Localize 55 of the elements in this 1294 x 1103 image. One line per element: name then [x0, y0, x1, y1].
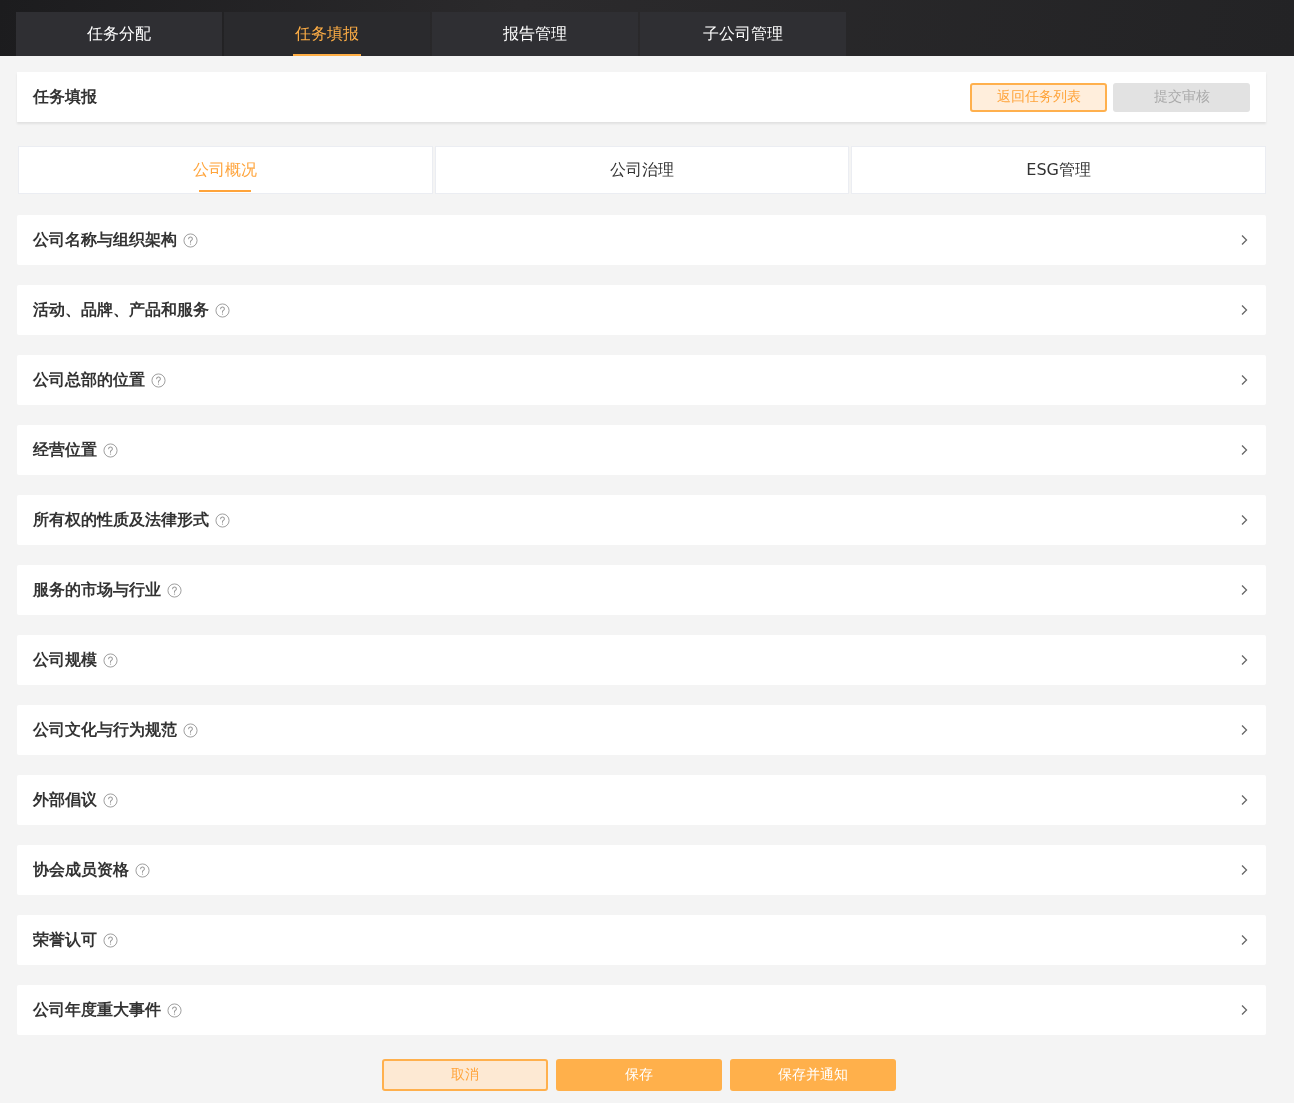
section-row[interactable]: 公司规模 — [17, 635, 1266, 685]
section-title: 外部倡议 — [33, 789, 97, 811]
help-icon[interactable] — [103, 652, 118, 668]
section-title: 公司名称与组织架构 — [33, 229, 177, 251]
help-icon[interactable] — [103, 792, 118, 808]
section-title: 活动、品牌、产品和服务 — [33, 299, 209, 321]
help-icon[interactable] — [183, 722, 198, 738]
chevron-right-icon — [1240, 374, 1248, 386]
chevron-right-icon — [1240, 934, 1248, 946]
nav-tab[interactable]: 任务分配 — [16, 12, 222, 56]
chevron-right-icon — [1240, 1004, 1248, 1016]
section-tab[interactable]: ESG管理 — [851, 146, 1266, 194]
section-row[interactable]: 公司名称与组织架构 — [17, 215, 1266, 265]
section-title: 公司文化与行为规范 — [33, 719, 177, 741]
section-row[interactable]: 公司年度重大事件 — [17, 985, 1266, 1035]
nav-tab[interactable]: 任务填报 — [224, 12, 430, 56]
chevron-right-icon — [1240, 794, 1248, 806]
chevron-right-icon — [1240, 724, 1248, 736]
section-title: 所有权的性质及法律形式 — [33, 509, 209, 531]
section-row[interactable]: 公司总部的位置 — [17, 355, 1266, 405]
chevron-right-icon — [1240, 654, 1248, 666]
section-title: 协会成员资格 — [33, 859, 129, 881]
nav-tab[interactable]: 报告管理 — [432, 12, 638, 56]
chevron-right-icon — [1240, 444, 1248, 456]
section-row[interactable]: 协会成员资格 — [17, 845, 1266, 895]
help-icon[interactable] — [151, 372, 166, 388]
section-tab[interactable]: 公司治理 — [434, 146, 850, 194]
section-row[interactable]: 荣誉认可 — [17, 915, 1266, 965]
chevron-right-icon — [1240, 584, 1248, 596]
section-title: 经营位置 — [33, 439, 97, 461]
help-icon[interactable] — [103, 442, 118, 458]
chevron-right-icon — [1240, 864, 1248, 876]
help-icon[interactable] — [103, 932, 118, 948]
chevron-right-icon — [1240, 234, 1248, 246]
chevron-right-icon — [1240, 514, 1248, 526]
help-icon[interactable] — [215, 512, 230, 528]
help-icon[interactable] — [183, 232, 198, 248]
section-title: 公司规模 — [33, 649, 97, 671]
section-row[interactable]: 活动、品牌、产品和服务 — [17, 285, 1266, 335]
section-title: 公司年度重大事件 — [33, 999, 161, 1021]
section-row[interactable]: 外部倡议 — [17, 775, 1266, 825]
help-icon[interactable] — [215, 302, 230, 318]
section-row[interactable]: 服务的市场与行业 — [17, 565, 1266, 615]
section-row[interactable]: 经营位置 — [17, 425, 1266, 475]
section-title: 公司总部的位置 — [33, 369, 145, 391]
chevron-right-icon — [1240, 304, 1248, 316]
help-icon[interactable] — [167, 1002, 182, 1018]
help-icon[interactable] — [135, 862, 150, 878]
section-row[interactable]: 公司文化与行为规范 — [17, 705, 1266, 755]
nav-tab[interactable]: 子公司管理 — [640, 12, 846, 56]
page-title: 任务填报 — [33, 86, 97, 108]
section-row[interactable]: 所有权的性质及法律形式 — [17, 495, 1266, 545]
help-icon[interactable] — [167, 582, 182, 598]
section-title: 服务的市场与行业 — [33, 579, 161, 601]
section-title: 荣誉认可 — [33, 929, 97, 951]
